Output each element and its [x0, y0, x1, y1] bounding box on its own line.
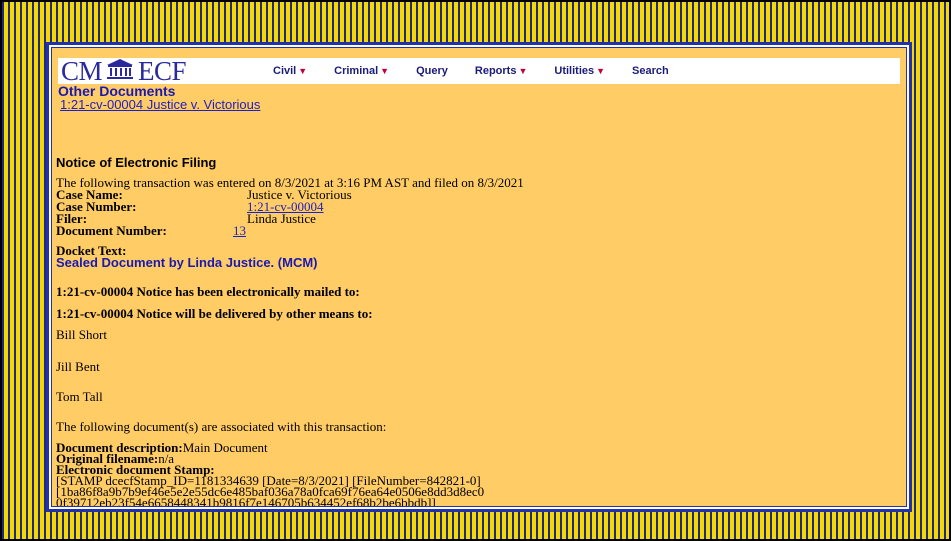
document-number-link[interactable]: 13 [233, 224, 246, 237]
menu-reports[interactable]: Reports ▼ [475, 65, 527, 77]
menu-utilities-label: Utilities [554, 65, 595, 77]
filer-value: Linda Justice [247, 211, 316, 226]
ecf-page: CM ECF Civil ▼ Criminal ▼ Query Reports … [51, 47, 907, 507]
menu-criminal[interactable]: Criminal ▼ [334, 65, 389, 77]
logo-text-cm: CM [61, 55, 103, 86]
document-number-label: Document Number: [56, 223, 167, 238]
menu-criminal-label: Criminal [334, 65, 379, 77]
menu-utilities[interactable]: Utilities ▼ [554, 65, 605, 77]
other-means-heading: 1:21-cv-00004 Notice will be delivered b… [56, 306, 373, 321]
logo-text-ecf: ECF [138, 55, 187, 86]
recipient-name: Bill Short [56, 327, 107, 342]
recipient-name: Jill Bent [56, 359, 100, 374]
recipient-name: Tom Tall [56, 389, 103, 404]
cmecf-logo[interactable]: CM ECF [58, 56, 273, 87]
document-description-value: Main Document [182, 440, 268, 455]
menu-search[interactable]: Search [632, 65, 669, 77]
menu-reports-label: Reports [474, 65, 517, 77]
ecf-menu-bar: CM ECF Civil ▼ Criminal ▼ Query Reports … [58, 56, 900, 87]
menu-civil[interactable]: Civil ▼ [273, 65, 307, 77]
menu-query[interactable]: Query [416, 65, 448, 77]
browser-content-frame: CM ECF Civil ▼ Criminal ▼ Query Reports … [46, 42, 912, 512]
docket-text: Sealed Document by Linda Justice. (MCM) [56, 255, 318, 270]
courthouse-icon [105, 56, 135, 87]
mouse-cursor-icon: ▷ [55, 504, 63, 506]
chevron-down-icon: ▼ [518, 66, 528, 76]
menu-query-label: Query [416, 65, 448, 77]
chevron-down-icon: ▼ [596, 66, 606, 76]
stamp-line: 0f39712eb23f54e6658448341b9816f7e146705b… [56, 495, 436, 507]
associated-documents-line: The following document(s) are associated… [56, 419, 387, 434]
notice-title: Notice of Electronic Filing [56, 155, 217, 170]
chevron-down-icon: ▼ [380, 66, 390, 76]
menu-search-label: Search [632, 65, 669, 77]
main-menu: Civil ▼ Criminal ▼ Query Reports ▼ Utilitie… [273, 65, 696, 77]
case-link[interactable]: 1:21-cv-00004 Justice v. Victorious [60, 97, 260, 112]
chevron-down-icon: ▼ [298, 66, 308, 76]
mailed-to-heading: 1:21-cv-00004 Notice has been electronic… [56, 284, 360, 299]
menu-civil-label: Civil [273, 65, 297, 77]
